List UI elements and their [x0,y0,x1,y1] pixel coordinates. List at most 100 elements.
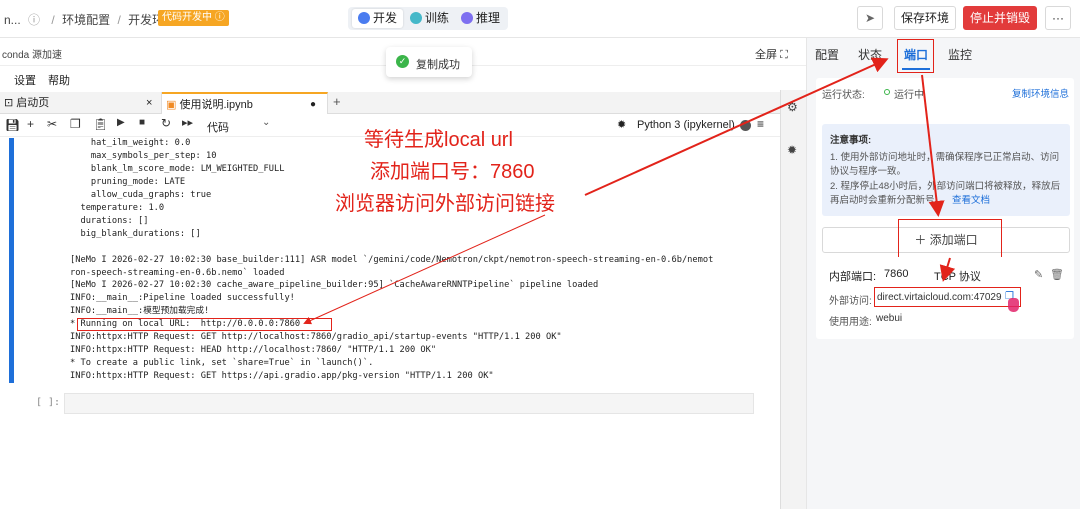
mode-tab-develop[interactable]: 开发 [352,9,404,28]
more-button[interactable]: ··· [1045,6,1071,30]
tab-monitor[interactable]: 监控 [948,46,972,63]
tab-status[interactable]: 状态 [858,46,882,63]
external-url-highlight [874,287,1021,307]
empty-code-cell[interactable] [64,393,754,414]
menu-item-settings[interactable]: 设置 [14,72,36,88]
output-line: INFO:httpx:HTTP Request: GET https://api… [70,371,494,382]
external-access-label: 外部访问: [829,296,872,307]
bug-icon[interactable]: ✹ [787,143,797,157]
save-env-button[interactable]: 保存环境 [894,6,956,30]
trash-icon[interactable]: 🗑︎ [1050,268,1064,281]
cell-type-select[interactable]: 代码 [207,119,229,135]
output-line: [NeMo I 2026-02-27 10:02:30 base_builder… [70,254,714,265]
annotation-line-2: 添加端口号：7860 [370,161,535,183]
launcher-icon: ⊡ [4,97,14,109]
view-docs-link[interactable]: 查看文档 [952,192,990,206]
tab-label: 启动页 [16,97,50,109]
close-icon[interactable]: × [146,92,152,114]
notice-line: 1. 使用外部访问地址时，需确保程序已正常启动、访问 [830,152,1060,163]
output-line: hat_ilm_weight: 0.0 [90,138,191,148]
internal-port-label: 内部端口: [829,271,877,283]
usage-value: webui [876,313,903,324]
cell-prompt: [ ]: [36,397,61,408]
send-button[interactable]: ➤ [857,6,883,30]
status-badge: 代码开发中 ⓘ [158,10,229,26]
check-icon: ✓ [396,55,409,68]
info-icon: ⓘ [28,13,41,27]
breadcrumb-item-env-config[interactable]: 环境配置 [62,13,110,27]
output-line: INFO:httpx:HTTP Request: HEAD http://loc… [70,345,437,356]
output-line: blank_lm_score_mode: LM_WEIGHTED_FULL [90,163,285,174]
output-line: * To create a public link, set `share=Tr… [70,358,374,369]
run-status-value: 运行中 [894,90,924,101]
output-line: durations: [] [80,215,149,226]
mode-switcher: 开发 训练 推理 [348,7,508,30]
mode-label: 推理 [476,11,501,25]
mode-tab-inference[interactable]: 推理 [455,9,506,28]
add-port-highlight [898,219,1002,259]
save-icon[interactable]: 💾︎ [5,118,20,132]
annotation-line-1: 等待生成local url [364,129,513,151]
output-line: ron-speech-streaming-en-0.6b.nemo` loade… [70,267,285,278]
kernel-status-icon [740,120,751,131]
stop-destroy-button[interactable]: 停止并销毁 [963,6,1037,30]
output-line: big_blank_durations: [] [80,228,201,239]
tab-config[interactable]: 配置 [815,46,839,63]
mode-tab-train[interactable]: 训练 [404,9,455,28]
cell-active-indicator [9,138,14,383]
chevron-down-icon[interactable]: ⌄ [262,117,270,128]
fullscreen-button[interactable]: 全屏 ⛶ [755,46,788,62]
copy-env-info-link[interactable]: 复制环境信息 [1012,86,1069,100]
breadcrumb: n... ⓘ / 环境配置 / 开发环境 [4,11,176,28]
output-line: INFO:__main__:模型预加载完成! [70,306,210,317]
notice-title: 注意事项: [830,135,872,146]
restart-icon[interactable]: ↻ [161,116,171,130]
tab-label: 使用说明.ipynb [179,99,253,111]
copy-icon[interactable]: ❐ [70,117,81,131]
ports-tab-highlight [897,39,934,73]
notice-line: 再启动时会重新分配新号。 [830,195,945,206]
output-line: temperature: 1.0 [80,202,165,213]
breadcrumb-item-project[interactable]: n... [4,13,21,27]
menu-item-help[interactable]: 帮助 [48,72,70,88]
annotation-line-3: 浏览器访问外部访问链接 [335,193,555,215]
breadcrumb-separator: / [51,13,55,27]
protocol-label: TCP 协议 [934,271,981,283]
tab-launcher[interactable]: ⊡ 启动页 × [0,92,162,114]
add-tab-button[interactable]: + [333,94,341,109]
output-line: pruning_mode: LATE [90,176,186,187]
edit-icon[interactable]: ✎ [1034,268,1043,281]
notice-line: 2. 程序停止48小时后，外部访问端口将被释放，释放后 [830,181,1061,192]
tab-notebook[interactable]: ▣ 使用说明.ipynb ● [162,92,328,114]
status-badge-label: 代码开发中 [162,12,212,23]
cut-icon[interactable]: ✂ [47,117,57,131]
toast-text: 复制成功 [416,59,460,71]
menu-icon[interactable]: ≡ [757,117,764,131]
conda-accel-link[interactable]: conda 源加速 [2,46,62,61]
output-line: max_symbols_per_step: 10 [90,150,217,161]
notice-line: 协议与程序一致。 [830,166,907,177]
run-icon[interactable]: ▶ [117,117,125,128]
output-line: INFO:__main__:Pipeline loaded successful… [70,293,295,304]
internal-port-value: 7860 [884,268,909,280]
run-status-label: 运行状态: [822,90,865,101]
add-cell-icon[interactable]: + [27,117,34,131]
paste-icon[interactable]: 📋︎ [93,117,108,131]
stop-icon[interactable]: ■ [139,117,145,128]
develop-icon [358,12,370,24]
breadcrumb-separator: / [117,13,121,27]
gear-icon[interactable]: ⚙ [787,100,798,114]
fast-forward-icon[interactable]: ▸▸ [182,116,193,129]
train-icon [410,12,422,24]
local-url-highlight [77,318,332,331]
kernel-name[interactable]: Python 3 (ipykernel) [637,119,735,131]
inference-icon [461,12,473,24]
toast: ✓ 复制成功 [386,47,472,77]
output-line: INFO:httpx:HTTP Request: GET http://loca… [70,332,562,343]
dirty-indicator: ● [310,99,317,110]
notebook-icon: ▣ [166,99,177,111]
bug-icon[interactable]: ✹ [617,118,626,131]
cursor-icon [1008,298,1019,312]
fullscreen-label: 全屏 [755,49,777,61]
send-icon: ➤ [864,11,876,25]
